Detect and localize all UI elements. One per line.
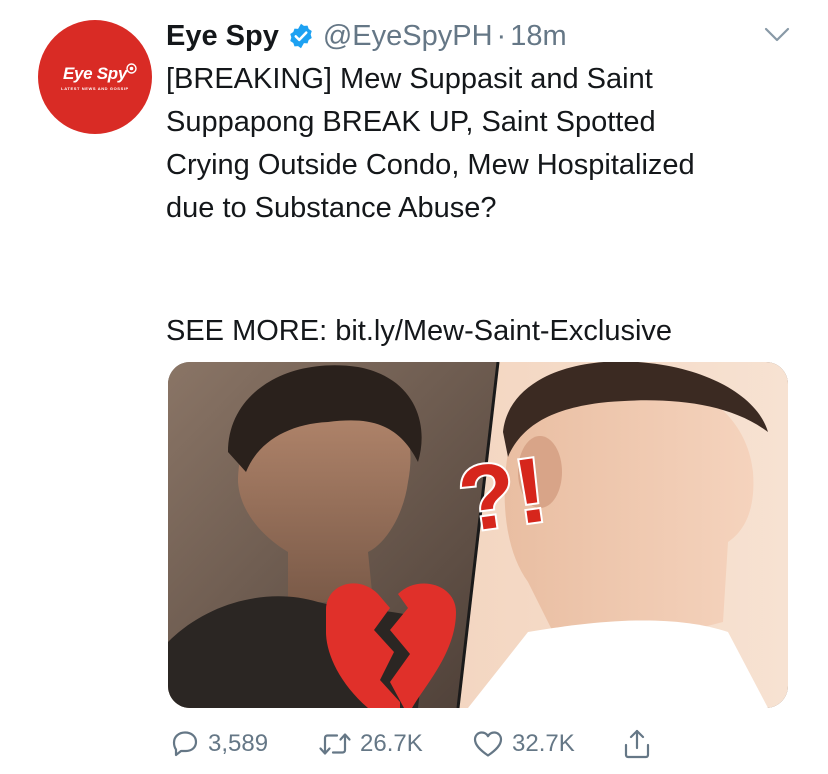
tweet-text-line: Crying Outside Condo, Mew Hospitalized — [166, 149, 695, 181]
like-icon — [473, 731, 503, 757]
avatar-tagline: LATEST NEWS AND GOSSIP — [61, 86, 129, 91]
retweet-count: 26.7K — [360, 730, 423, 757]
tweet-text-line: [BREAKING] Mew Suppasit and Saint — [166, 63, 653, 95]
reply-icon — [172, 731, 198, 757]
timestamp[interactable]: 18m — [510, 20, 566, 53]
like-count: 32.7K — [512, 730, 575, 757]
eye-logo-icon — [126, 63, 137, 74]
reply-count: 3,589 — [208, 730, 269, 757]
caret-down-icon[interactable] — [764, 26, 790, 44]
see-more-link[interactable]: SEE MORE: bit.ly/Mew-Saint-Exclusive — [166, 310, 672, 353]
like-button[interactable]: 32.7K — [472, 724, 575, 764]
tweet-text-line: Suppapong BREAK UP, Saint Spotted — [166, 106, 656, 138]
verified-badge-icon — [290, 23, 312, 49]
media-illustration: ?! — [168, 362, 788, 708]
share-button[interactable] — [622, 724, 660, 764]
media-overlay-text: ?! — [453, 439, 553, 552]
share-icon — [624, 729, 650, 759]
separator-dot: · — [496, 19, 507, 52]
tweet-text: [BREAKING] Mew Suppasit and Saint Suppap… — [166, 58, 786, 230]
retweet-icon — [319, 733, 351, 755]
display-name[interactable]: Eye Spy — [166, 20, 279, 53]
retweet-button[interactable]: 26.7K — [318, 724, 423, 764]
tweet-media-image[interactable]: ?! — [168, 362, 788, 708]
user-handle[interactable]: @EyeSpyPH — [323, 20, 493, 53]
avatar[interactable]: Eye Spy LATEST NEWS AND GOSSIP — [38, 20, 152, 134]
reply-button[interactable]: 3,589 — [170, 724, 268, 764]
tweet[interactable]: Eye Spy LATEST NEWS AND GOSSIP Eye Spy @… — [0, 0, 828, 774]
tweet-header: Eye Spy @EyeSpyPH · 18m — [166, 16, 567, 56]
tweet-actions: 3,589 26.7K 32.7K — [170, 724, 690, 764]
tweet-text-line: due to Substance Abuse? — [166, 192, 497, 224]
